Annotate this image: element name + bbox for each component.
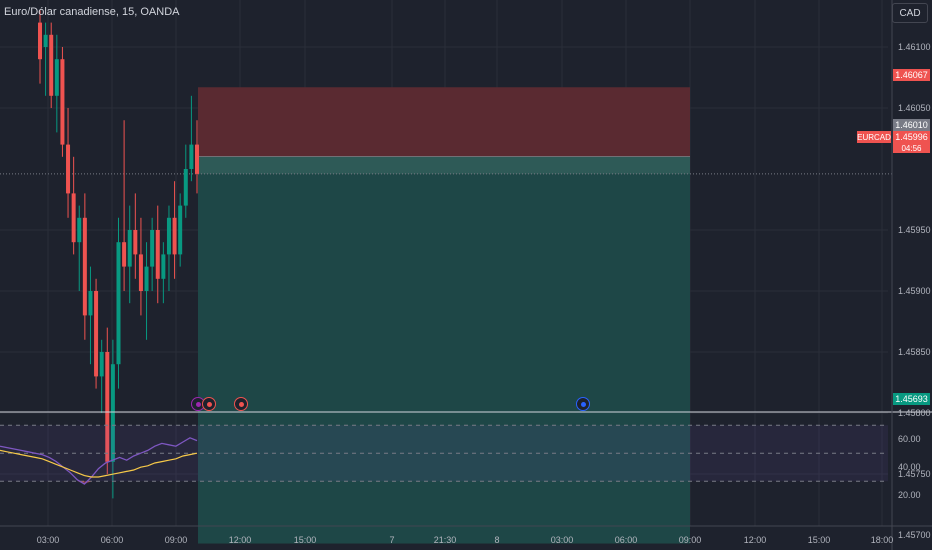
- trading-chart[interactable]: Euro/Dólar canadiense, 15, OANDA CAD 1.4…: [0, 0, 932, 550]
- rsi-tick-label: 20.00: [898, 490, 921, 501]
- time-tick-label: 06:00: [100, 535, 124, 545]
- time-tick-label: 15:00: [807, 535, 831, 545]
- candle-body: [150, 230, 155, 267]
- candle-body: [144, 266, 149, 291]
- price-tick-label: 1.45950: [898, 225, 931, 235]
- candle-body: [71, 193, 76, 243]
- chart-canvas[interactable]: [0, 0, 932, 550]
- stop-loss-zone: [198, 87, 690, 157]
- candle-body: [54, 59, 59, 96]
- candle-body: [88, 291, 93, 316]
- candle-body: [127, 230, 132, 267]
- open-pnl-zone: [198, 156, 690, 174]
- time-tick-label: 8: [494, 535, 500, 545]
- symbol-title: Euro/Dólar canadiense, 15, OANDA: [4, 6, 180, 18]
- time-tick-label: 21:30: [433, 535, 457, 545]
- time-tick-label: 15:00: [293, 535, 317, 545]
- time-tick-label: 12:00: [743, 535, 767, 545]
- target-price-tag: 1.45693: [893, 393, 930, 405]
- price-tick-label: 1.46050: [898, 103, 931, 113]
- candle-body: [60, 59, 65, 145]
- candle-body: [183, 169, 188, 206]
- candle-body: [189, 144, 194, 169]
- bar-countdown: 04:56: [893, 143, 930, 153]
- time-tick-label: 12:00: [228, 535, 252, 545]
- candle-body: [82, 217, 87, 316]
- candle-body: [172, 217, 177, 255]
- canada-flag-event-icon[interactable]: [202, 397, 216, 411]
- candle-body: [77, 217, 82, 243]
- canada-flag-event-icon[interactable]: [234, 397, 248, 411]
- rsi-tick-label: 60.00: [898, 434, 921, 445]
- candle-body: [138, 254, 143, 291]
- candle-body: [122, 242, 127, 267]
- entry-price-tag: 1.46010: [893, 119, 930, 131]
- candle-body: [99, 352, 104, 377]
- time-tick-label: 18:00: [870, 535, 894, 545]
- eu-flag-event-icon[interactable]: [576, 397, 590, 411]
- price-tick-label: 1.45800: [898, 408, 931, 418]
- symbol-badge: EURCAD: [857, 131, 891, 143]
- candle-body: [166, 217, 171, 255]
- candle-body: [155, 230, 160, 279]
- candle-body: [195, 144, 199, 174]
- candle-body: [116, 242, 121, 365]
- price-tick-label: 1.45900: [898, 286, 931, 296]
- candle-body: [161, 254, 166, 279]
- candle-body: [133, 230, 138, 255]
- time-tick-label: 06:00: [614, 535, 638, 545]
- take-profit-zone: [198, 156, 690, 544]
- time-tick-label: 09:00: [678, 535, 702, 545]
- currency-button[interactable]: CAD: [892, 3, 928, 23]
- time-tick-label: 03:00: [36, 535, 60, 545]
- last-price-tag: 1.45996: [893, 131, 930, 143]
- time-tick-label: 7: [389, 535, 395, 545]
- time-tick-label: 03:00: [550, 535, 574, 545]
- price-tick-label: 1.45850: [898, 347, 931, 357]
- candle-body: [38, 22, 42, 60]
- candle-body: [94, 291, 99, 377]
- stop-price-tag: 1.46067: [893, 69, 930, 81]
- candle-body: [66, 144, 71, 194]
- candle-body: [43, 34, 48, 47]
- price-tick-label: 1.46100: [898, 42, 931, 52]
- candle-body: [178, 205, 183, 255]
- candle-body: [49, 34, 54, 96]
- price-tick-label: 1.45700: [898, 530, 931, 540]
- time-tick-label: 09:00: [164, 535, 188, 545]
- rsi-tick-label: 40.00: [898, 462, 921, 473]
